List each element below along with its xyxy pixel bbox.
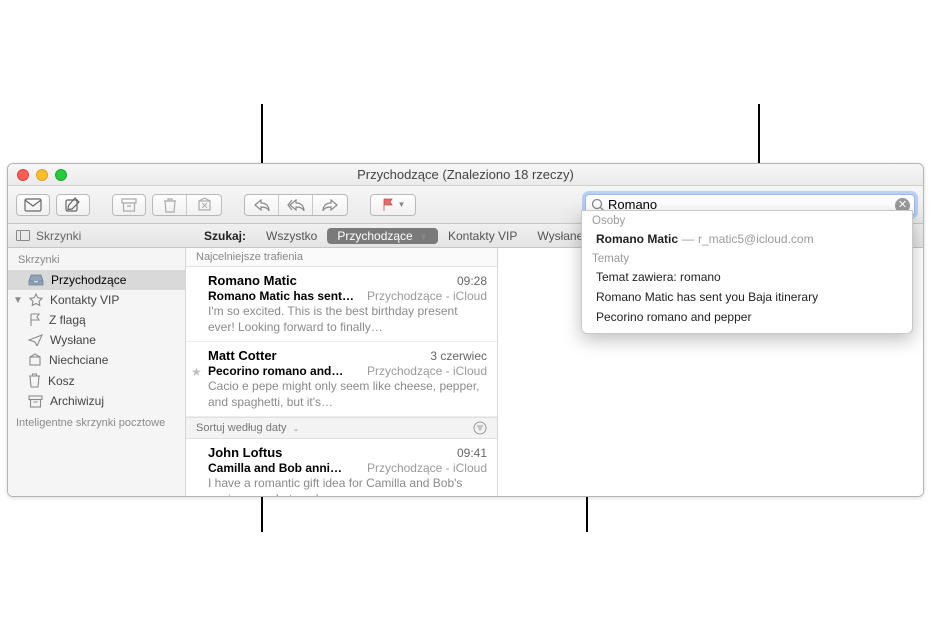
- suggestion-person-email: r_matic5@icloud.com: [698, 232, 814, 246]
- message-date: 09:28: [457, 274, 487, 288]
- close-window-button[interactable]: [17, 169, 29, 181]
- compose-button[interactable]: [56, 194, 90, 216]
- message-date: 3 czerwiec: [430, 349, 487, 363]
- reply-all-icon: [287, 199, 305, 211]
- disclosure-triangle-icon[interactable]: ▼: [13, 295, 22, 306]
- message-from: John Loftus: [208, 445, 282, 460]
- junk-icon: [197, 197, 212, 212]
- zoom-window-button[interactable]: [55, 169, 67, 181]
- message-subject: Romano Matic has sent…: [208, 289, 354, 303]
- message-date: 09:41: [457, 446, 487, 460]
- message-item[interactable]: Romano Matic 09:28 Romano Matic has sent…: [186, 267, 497, 342]
- scope-label: Szukaj:: [194, 227, 256, 245]
- reply-all-button[interactable]: [279, 195, 313, 215]
- scope-tab-inbox-label: Przychodzące: [337, 229, 412, 243]
- vip-star-icon: ★: [191, 365, 202, 379]
- message-item[interactable]: ★ Matt Cotter 3 czerwiec Pecorino romano…: [186, 342, 497, 417]
- suggestions-topics-header: Tematy: [582, 249, 912, 267]
- message-preview: I'm so excited. This is the best birthda…: [208, 304, 487, 335]
- suggestion-topic[interactable]: Temat zawiera: romano: [582, 267, 912, 287]
- mailbox-trash[interactable]: Kosz: [8, 370, 185, 391]
- reply-button[interactable]: [245, 195, 279, 215]
- archive-icon: [121, 198, 137, 212]
- junk-icon: [28, 353, 42, 367]
- chevron-down-icon: ▼: [419, 232, 428, 242]
- star-icon: [29, 293, 43, 307]
- message-from: Matt Cotter: [208, 348, 277, 363]
- suggestion-topic[interactable]: Pecorino romano and pepper: [582, 307, 912, 327]
- message-list: Najcelniejsze trafienia Romano Matic 09:…: [186, 248, 498, 496]
- forward-icon: [322, 199, 338, 211]
- forward-button[interactable]: [313, 195, 347, 215]
- sort-label: Sortuj według daty: [196, 422, 287, 434]
- trash-icon: [28, 373, 41, 388]
- message-from: Romano Matic: [208, 273, 297, 288]
- mailbox-label: Kosz: [48, 374, 75, 388]
- mailbox-junk[interactable]: Niechciane: [8, 350, 185, 370]
- message-subject: Camilla and Bob anni…: [208, 461, 342, 475]
- mailbox-label: Kontakty VIP: [50, 293, 119, 307]
- delete-group: [152, 194, 222, 216]
- scope-tab-vip[interactable]: Kontakty VIP: [438, 227, 527, 245]
- mailbox-inbox[interactable]: Przychodzące: [8, 270, 185, 290]
- trash-icon: [163, 197, 177, 213]
- mailbox-vip[interactable]: ▼ Kontakty VIP: [8, 290, 185, 310]
- get-mail-button[interactable]: [16, 194, 50, 216]
- message-location: Przychodzące - iCloud: [367, 364, 487, 378]
- sidebar-title: Skrzynki: [8, 248, 185, 270]
- envelope-icon: [24, 198, 42, 212]
- mail-window: Przychodzące (Znaleziono 18 rzeczy): [7, 163, 924, 497]
- message-preview: I have a romantic gift idea for Camilla …: [208, 476, 487, 496]
- scope-tab-all[interactable]: Wszystko: [256, 227, 327, 245]
- junk-button[interactable]: [187, 195, 221, 215]
- mailbox-flagged[interactable]: Z flagą: [8, 310, 185, 330]
- message-location: Przychodzące - iCloud: [367, 289, 487, 303]
- message-preview: Cacio e pepe might only seem like cheese…: [208, 379, 487, 410]
- sidebar-smart-title: Inteligentne skrzynki pocztowe: [8, 411, 185, 435]
- sent-icon: [28, 334, 43, 346]
- reply-icon: [254, 199, 270, 211]
- message-location: Przychodzące - iCloud: [367, 461, 487, 475]
- flag-icon: [28, 313, 42, 327]
- message-subject: Pecorino romano and…: [208, 364, 343, 378]
- inbox-icon: [28, 274, 44, 286]
- mailbox-archive[interactable]: Archiwizuj: [8, 391, 185, 411]
- suggestion-topic[interactable]: Romano Matic has sent you Baja itinerary: [582, 287, 912, 307]
- reply-group: [244, 194, 348, 216]
- mailbox-sent[interactable]: Wysłane: [8, 330, 185, 350]
- suggestion-text: Pecorino romano and pepper: [596, 310, 751, 324]
- archive-button[interactable]: [112, 194, 146, 216]
- chevron-down-icon: ▼: [398, 200, 406, 209]
- mailbox-label: Z flagą: [49, 313, 86, 327]
- flag-button[interactable]: ▼: [370, 194, 416, 216]
- archive-icon: [28, 395, 43, 408]
- suggestions-people-header: Osoby: [582, 211, 912, 229]
- suggestion-person-name: Romano Matic: [596, 232, 678, 246]
- titlebar: Przychodzące (Znaleziono 18 rzeczy): [8, 164, 923, 186]
- mailboxes-toggle[interactable]: Skrzynki: [16, 229, 194, 243]
- sidebar-icon: [16, 230, 30, 241]
- flag-icon: [381, 198, 395, 212]
- suggestion-text: Romano Matic has sent you Baja itinerary: [596, 290, 818, 304]
- message-item[interactable]: John Loftus 09:41 Camilla and Bob anni… …: [186, 439, 497, 496]
- sort-bar[interactable]: Sortuj według daty ⌄: [186, 417, 497, 439]
- chevron-down-icon: ⌄: [293, 424, 300, 433]
- filter-icon[interactable]: [473, 421, 487, 435]
- mailbox-label: Niechciane: [49, 353, 108, 367]
- search-suggestions: Osoby Romano Matic — r_matic5@icloud.com…: [581, 210, 913, 334]
- mailboxes-label: Skrzynki: [36, 229, 81, 243]
- mailbox-label: Wysłane: [50, 333, 96, 347]
- mailbox-label: Przychodzące: [51, 273, 126, 287]
- delete-button[interactable]: [153, 195, 187, 215]
- scope-tab-inbox[interactable]: Przychodzące ▼: [327, 228, 438, 244]
- suggestion-text: Temat zawiera: romano: [596, 270, 721, 284]
- compose-icon: [65, 197, 81, 213]
- window-controls: [8, 169, 67, 181]
- minimize-window-button[interactable]: [36, 169, 48, 181]
- top-hits-header: Najcelniejsze trafienia: [186, 248, 497, 267]
- mailbox-label: Archiwizuj: [50, 394, 104, 408]
- suggestion-person[interactable]: Romano Matic — r_matic5@icloud.com: [582, 229, 912, 249]
- window-title: Przychodzące (Znaleziono 18 rzeczy): [8, 167, 923, 182]
- sidebar: Skrzynki Przychodzące ▼ Kontakty VIP Z f…: [8, 248, 186, 496]
